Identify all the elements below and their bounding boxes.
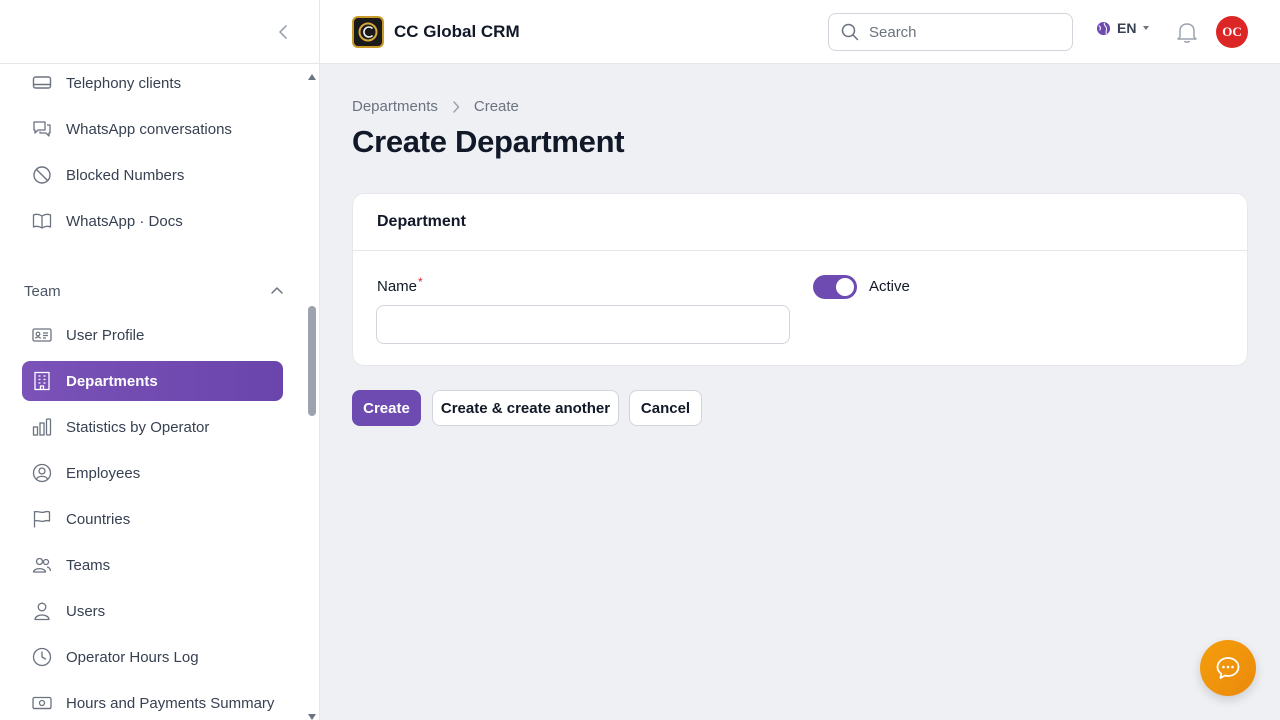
breadcrumb-current: Create — [473, 98, 519, 115]
sidebar-item-label: Users — [66, 602, 106, 620]
id-card-icon — [32, 325, 52, 345]
sidebar-item-label: Statistics by Operator — [66, 418, 210, 436]
scroll-up-arrow-icon[interactable] — [307, 68, 317, 86]
sidebar-item-whatsapp-docs[interactable]: WhatsApp · Docs — [22, 201, 283, 241]
cancel-button[interactable]: Cancel — [629, 390, 702, 426]
bar-chart-icon — [32, 417, 52, 437]
search-box[interactable] — [828, 13, 1073, 51]
bell-icon — [1177, 23, 1197, 43]
sidebar-item-label: Employees — [66, 464, 141, 482]
active-toggle-label: Active — [869, 278, 910, 295]
users-icon — [32, 555, 52, 575]
globe-icon — [1096, 21, 1111, 35]
sidebar-scrollbar-thumb[interactable] — [308, 306, 316, 416]
user-avatar[interactable]: OC — [1216, 16, 1248, 48]
scroll-down-arrow-icon[interactable] — [307, 708, 317, 720]
sidebar-item-label: Operator Hours Log — [66, 648, 199, 666]
collapse-sidebar-button[interactable] — [272, 20, 296, 44]
name-label-text: Name — [377, 278, 418, 295]
department-form-card: Department Name* Active — [352, 193, 1248, 366]
sidebar-item-label: Countries — [66, 510, 131, 528]
active-toggle[interactable] — [813, 275, 857, 299]
name-input[interactable] — [376, 305, 790, 344]
top-bar: CC Global CRM EN OC — [320, 0, 1280, 64]
sidebar-item-employees[interactable]: Employees — [22, 453, 283, 493]
create-and-create-another-button[interactable]: Create & create another — [432, 390, 619, 426]
chat-bubbles-icon — [32, 119, 52, 139]
sidebar-item-label: Departments — [66, 372, 158, 390]
sidebar-item-telephony-clients[interactable]: Telephony clients — [22, 64, 283, 103]
brand[interactable]: CC Global CRM — [352, 16, 520, 48]
notifications-button[interactable] — [1176, 20, 1198, 49]
brand-logo-icon — [352, 16, 384, 48]
sidebar-item-label: Teams — [66, 556, 111, 574]
toggle-knob — [836, 278, 854, 296]
sidebar-item-label: WhatsApp conversations — [66, 120, 232, 138]
book-icon — [32, 211, 52, 231]
search-icon — [841, 23, 859, 41]
caret-down-icon — [1143, 26, 1150, 30]
sidebar-nav: Telephony clients WhatsApp conversations… — [0, 64, 320, 720]
clock-icon — [32, 647, 52, 667]
monitor-icon — [32, 73, 52, 93]
ban-icon — [32, 165, 52, 185]
user-circle-icon — [32, 463, 52, 483]
sidebar-item-users[interactable]: Users — [22, 591, 283, 631]
sidebar-item-statistics-by-operator[interactable]: Statistics by Operator — [22, 407, 283, 447]
sidebar-group-label: Team — [24, 282, 61, 300]
app-name: CC Global CRM — [394, 22, 520, 41]
sidebar-header — [0, 0, 319, 64]
building-icon — [32, 371, 52, 391]
sidebar-item-label: WhatsApp · Docs — [66, 212, 183, 230]
breadcrumb-link-departments[interactable]: Departments — [352, 98, 438, 115]
sidebar-item-operator-hours-log[interactable]: Operator Hours Log — [22, 637, 283, 677]
search-input[interactable] — [869, 23, 1049, 41]
sidebar: Telephony clients WhatsApp conversations… — [0, 0, 320, 720]
user-icon — [32, 601, 52, 621]
sidebar-item-user-profile[interactable]: User Profile — [22, 315, 283, 355]
sidebar-item-hours-and-payments-summary[interactable]: Hours and Payments Summary — [22, 683, 283, 720]
chevron-up-icon — [271, 287, 283, 294]
section-title: Department — [377, 213, 466, 230]
language-code: EN — [1117, 20, 1137, 36]
flag-icon — [32, 509, 52, 529]
sidebar-item-blocked-numbers[interactable]: Blocked Numbers — [22, 155, 283, 195]
page-title: Create Department — [352, 124, 625, 159]
sidebar-item-label: User Profile — [66, 326, 145, 344]
chevron-left-icon — [279, 25, 287, 39]
sidebar-item-label: Telephony clients — [66, 74, 182, 92]
breadcrumb: Departments Create — [352, 98, 519, 115]
name-field-label: Name* — [377, 275, 423, 295]
card-header: Department — [353, 194, 1247, 251]
chat-support-button[interactable] — [1200, 640, 1256, 696]
sidebar-item-whatsapp-conversations[interactable]: WhatsApp conversations — [22, 109, 283, 149]
cash-icon — [32, 693, 52, 713]
sidebar-item-label: Hours and Payments Summary — [66, 694, 275, 712]
sidebar-group-team[interactable]: Team — [24, 279, 284, 303]
chat-bubble-icon — [1216, 657, 1240, 679]
required-indicator: * — [418, 275, 423, 289]
chevron-right-icon — [452, 100, 460, 113]
sidebar-item-teams[interactable]: Teams — [22, 545, 283, 585]
create-button[interactable]: Create — [352, 390, 421, 426]
sidebar-item-countries[interactable]: Countries — [22, 499, 283, 539]
language-switcher[interactable]: EN — [1096, 20, 1150, 36]
sidebar-item-departments[interactable]: Departments — [22, 361, 283, 401]
sidebar-item-label: Blocked Numbers — [66, 166, 185, 184]
